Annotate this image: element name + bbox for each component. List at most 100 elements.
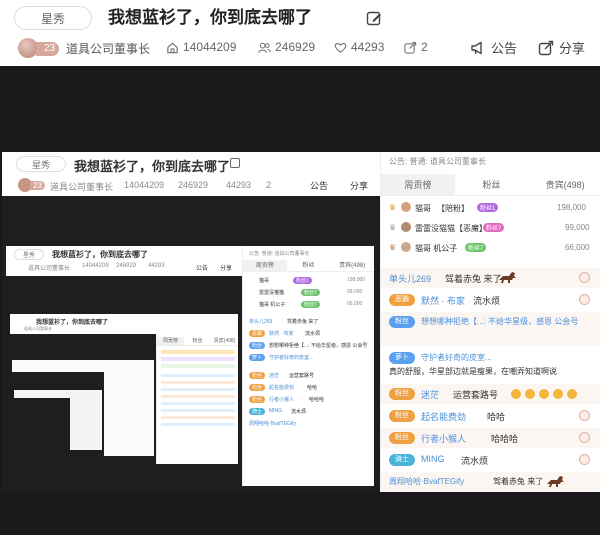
people-icon	[258, 42, 271, 53]
nested-notice-label: 公告	[310, 181, 329, 191]
horse-icon	[547, 476, 564, 487]
views-count: 14044209	[183, 40, 237, 54]
nested3-chat-row	[161, 416, 235, 419]
rank-row: ♛ 雷雷没猫猫 【恶魔】 粉丝7 99,000	[389, 222, 590, 233]
followers-count: 246929	[275, 40, 316, 54]
nested3-chat-row	[161, 402, 235, 405]
stream-video[interactable]: 星秀 我想蓝衫了，你到底去哪了 23 道具公司董事长 14044209 2469…	[0, 66, 600, 535]
tab-fans: 粉丝	[482, 180, 501, 190]
nested2-category-tag: 星秀	[14, 249, 44, 260]
likes-count: 44293	[351, 40, 385, 54]
nested-header-3: 我想蓝衫了，你到底去哪了 道具公司董事长	[10, 314, 238, 334]
nested-views-count: 14044209	[124, 180, 165, 190]
nested-followers-count: 246929	[178, 180, 209, 190]
shares-stat: 2	[404, 40, 428, 54]
views-stat: 14044209	[166, 40, 236, 54]
nested-video-5	[14, 398, 70, 450]
notice-label: 公告	[491, 41, 518, 56]
notice-line: 公告: 普通: 道具公司董事长	[389, 157, 486, 166]
nested-room-title: 我想蓝衫了，你到底去哪了	[74, 160, 231, 175]
chat-line: 骑士 MING 流水烦	[381, 450, 600, 470]
nested2-chat-line: 恶霸 默然 · 布家 流水烦	[243, 330, 374, 340]
chat-line: 粉丝 想想哪种拒绝【...: 不给华星级，感恩 公会号	[381, 312, 600, 346]
rank-tabs: 周贡榜 粉丝 贵宾(498)	[381, 174, 600, 196]
nested-side-3: 周贡榜 粉丝 贵宾(498)	[156, 334, 238, 464]
nested2-likes-count: 44293	[148, 263, 165, 269]
nested3-chat-row	[161, 381, 235, 384]
category-tag[interactable]: 星秀	[14, 6, 92, 30]
notice-button[interactable]: 公告	[470, 38, 517, 57]
nested-likes-count: 44293	[226, 180, 252, 190]
nested2-tab: 周贡榜	[243, 260, 287, 271]
nested3-tab: 周贡榜	[157, 337, 184, 345]
host-meta-row: 23 道具公司董事长 14044209 246929 44293 2 公告 分享	[0, 36, 600, 60]
nested2-tabs: 周贡榜 粉丝 贵宾(498)	[243, 260, 374, 272]
avatar[interactable]	[18, 38, 38, 58]
nested-level-badge: 23	[30, 181, 45, 190]
level-badge: 23	[36, 42, 60, 56]
nested3-chat-row	[161, 395, 235, 398]
nested-video-2: 我想蓝衫了，你到底去哪了 道具公司董事长 周贡榜 粉丝 贵宾(498)	[6, 276, 242, 486]
nested-category-tag: 星秀	[16, 156, 66, 172]
nested2-chat-line: 粉丝 迷茫 运营套路号	[243, 372, 374, 382]
nested-stream-frame-3: 我想蓝衫了，你到底去哪了 道具公司董事长 周贡榜 粉丝 贵宾(498)	[10, 314, 238, 464]
nested3-rank-row	[161, 364, 235, 368]
nested2-tab: 贵宾(498)	[339, 263, 366, 269]
heart-icon	[579, 294, 590, 305]
nested-host-name: 道具公司董事长	[50, 182, 114, 192]
nested2-tab: 粉丝	[302, 263, 315, 269]
nested2-views-count: 14044209	[82, 263, 109, 269]
nested2-followers-count: 246929	[116, 263, 137, 269]
edit-icon[interactable]	[366, 10, 382, 26]
nested3-rank-row	[161, 350, 235, 354]
heart-icon	[334, 42, 347, 53]
nested3-room-title: 我想蓝衫了，你到底去哪了	[36, 320, 109, 326]
heart-icon	[579, 454, 590, 465]
likes-stat: 44293	[334, 40, 384, 54]
nested2-rank-row: 猫哥 粉丝1 198,000	[259, 277, 366, 284]
nested2-notice-label: 公告	[196, 266, 209, 272]
nested2-chat-line: 萝卜 守护者好奇的皮室...	[243, 354, 374, 364]
nested3-host-name: 道具公司董事长	[24, 326, 52, 331]
home-icon	[167, 42, 178, 53]
nested3-tab: 贵宾(498)	[213, 338, 236, 344]
nested2-chat-line: 粉丝 起名能费劲 哈哈	[243, 384, 374, 394]
nested-stream-frame-2: 星秀 我想蓝衫了，你到底去哪了 道具公司董事长 14044209 246929 …	[6, 246, 374, 486]
nested2-rank-row: 雷雷没猫猫 粉丝7 99,000	[259, 289, 363, 296]
nested-edit-icon	[230, 158, 240, 168]
nested-share-label: 分享	[350, 181, 369, 191]
chat-line: 粉丝 迷茫 运营套路号	[381, 384, 600, 404]
heart-icon	[579, 432, 590, 443]
share-button[interactable]: 分享	[538, 38, 585, 57]
nested2-rank-row: 猫哥 机公子 粉丝7 66,000	[259, 301, 363, 308]
nested-video-3	[10, 334, 156, 464]
nested3-rank-row	[161, 357, 235, 361]
host-name[interactable]: 道具公司董事长	[66, 40, 150, 57]
nested-side-panel: 公告: 普通: 道具公司董事长 周贡榜 粉丝 贵宾(498) ♛ 猫哥 【陪粉】…	[380, 152, 600, 492]
room-header: 星秀 我想蓝衫了，你到底去哪了 23 道具公司董事长 14044209 2469…	[0, 0, 600, 66]
nested-stream-frame-4	[12, 360, 154, 456]
share-label: 分享	[559, 41, 586, 56]
nested2-chat-line: 粉丝 想想哪种拒绝【...: 不给华星级，感恩 公会号	[243, 342, 374, 352]
nested2-room-title: 我想蓝衫了，你到底去哪了	[52, 250, 148, 259]
nested3-tab: 粉丝	[192, 338, 203, 344]
share-arrow-icon	[404, 41, 417, 54]
nested-video: 星秀 我想蓝衫了，你到底去哪了 道具公司董事长 14044209 246929 …	[2, 196, 380, 492]
nested2-host-name: 道具公司董事长	[28, 266, 71, 272]
rank-row: ♛ 猫哥 机公子 粉丝7 66,000	[389, 242, 590, 253]
nested-stream-frame-5	[14, 390, 102, 450]
nested3-chat-row	[161, 423, 235, 426]
nested2-chat-line: 粉丝 行者小猴人 哈哈哈	[243, 396, 374, 406]
chat-line: 粉丝 行者小猴人 哈哈哈	[381, 428, 600, 448]
nested3-chat-row	[161, 409, 235, 412]
shares-count: 2	[421, 40, 428, 54]
chat-line: 粉丝 起名能费劲 哈哈	[381, 406, 600, 426]
nested3-chat-row	[161, 388, 235, 391]
share-icon	[538, 40, 554, 55]
heart-icon	[579, 410, 590, 421]
followers-stat: 246929	[258, 40, 315, 54]
nested2-chat-line: 单头儿269 驾着赤兔 来了	[249, 319, 319, 325]
nested2-chat-line: 骑士 MING 流水烦	[243, 408, 374, 418]
heart-icon	[579, 272, 590, 283]
nested2-share-label: 分享	[220, 266, 233, 272]
